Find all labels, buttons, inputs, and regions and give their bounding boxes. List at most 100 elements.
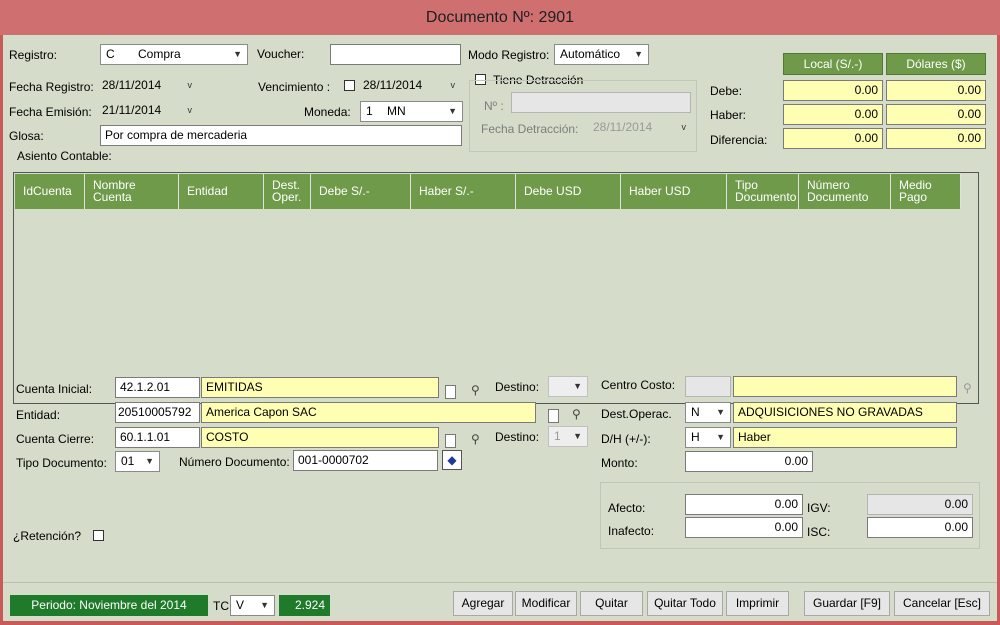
binoculars-icon[interactable]: ⚲ [572, 407, 581, 421]
chevron-down-icon: ▼ [145, 456, 154, 466]
monto-label: Monto: [601, 456, 638, 470]
destino-select[interactable]: ▼ [548, 376, 588, 397]
binoculars-icon[interactable]: ⚲ [963, 381, 972, 395]
grid-header-haber-soles[interactable]: Haber S/.- [411, 174, 516, 209]
grid-header-nombre-cuenta[interactable]: Nombre Cuenta [85, 174, 179, 209]
fecha-registro-picker[interactable]: 28/11/2014 v [100, 76, 197, 97]
vencimiento-checkbox[interactable] [344, 80, 355, 91]
fecha-registro-value: 28/11/2014 [102, 78, 162, 92]
binoculars-icon[interactable]: ⚲ [471, 383, 480, 397]
modo-registro-label: Modo Registro: [468, 48, 550, 62]
fecha-emision-label: Fecha Emisión: [9, 105, 92, 119]
retencion-checkbox[interactable] [93, 530, 104, 541]
modo-registro-select[interactable]: Automático ▼ [554, 44, 649, 65]
moneda-select[interactable]: 1 MN ▼ [360, 101, 463, 122]
vencimiento-label: Vencimiento : [258, 80, 331, 94]
vencimiento-value: 28/11/2014 [363, 78, 423, 92]
grid-header-medio-pago[interactable]: Medio Pago [891, 174, 961, 209]
destino2-select[interactable]: 1 ▼ [548, 426, 588, 447]
chevron-down-icon: ▼ [716, 432, 725, 442]
document-icon[interactable] [445, 385, 456, 399]
tc-select[interactable]: V ▼ [230, 595, 275, 616]
glosa-label: Glosa: [9, 129, 44, 143]
dh-select[interactable]: H ▼ [685, 427, 731, 448]
moneda-code: 1 [366, 104, 373, 118]
isc-label: ISC: [807, 525, 831, 539]
afecto-input[interactable]: 0.00 [685, 494, 803, 515]
fecha-detraccion-label: Fecha Detracción: [481, 122, 579, 136]
dolares-header: Dólares ($) [886, 53, 986, 75]
quitar-todo-button[interactable]: Quitar Todo [647, 591, 723, 616]
asiento-contable-label: Asiento Contable: [17, 149, 112, 163]
numero-documento-input[interactable]: 001-0000702 [293, 450, 438, 471]
haber-local: 0.00 [783, 104, 883, 125]
inafecto-input[interactable]: 0.00 [685, 517, 803, 538]
grid-header-line2: Oper. [272, 190, 302, 204]
grid-header-idcuenta[interactable]: IdCuenta [15, 174, 85, 209]
debe-dolares: 0.00 [886, 80, 986, 101]
tipo-documento-select[interactable]: 01 ▼ [115, 451, 160, 472]
guardar-button[interactable]: Guardar [F9] [804, 591, 890, 616]
dh-label: D/H (+/-): [601, 432, 651, 446]
cuenta-cierre-code[interactable]: 60.1.1.01 [115, 427, 200, 448]
grid-header-line2: Documento [735, 190, 797, 204]
voucher-input[interactable] [330, 44, 461, 65]
grid-header-entidad[interactable]: Entidad [179, 174, 264, 209]
agregar-button[interactable]: Agregar [453, 591, 513, 616]
grid-header-haber-usd[interactable]: Haber USD [621, 174, 727, 209]
cancelar-button[interactable]: Cancelar [Esc] [894, 591, 990, 616]
cuenta-inicial-label: Cuenta Inicial: [16, 382, 93, 396]
grid-header-dest-oper[interactable]: Dest. Oper. [264, 174, 311, 209]
modo-registro-value: Automático [560, 47, 621, 61]
isc-input[interactable]: 0.00 [867, 517, 973, 538]
chevron-down-icon: v [187, 80, 193, 90]
dest-operac-label: Dest.Operac. [601, 407, 672, 421]
pdf-attach-icon[interactable]: ◆ [442, 450, 462, 470]
modificar-button[interactable]: Modificar [515, 591, 577, 616]
grid-header-debe-usd[interactable]: Debe USD [516, 174, 621, 209]
nro-detraccion-input[interactable] [511, 92, 691, 113]
destino2-label: Destino: [495, 430, 540, 444]
registro-label: Registro: [9, 48, 58, 62]
grid-header-line2: Pago [899, 190, 928, 204]
fecha-emision-value: 21/11/2014 [102, 103, 162, 117]
chevron-down-icon: ▼ [233, 49, 242, 59]
chevron-down-icon: ▼ [634, 49, 643, 59]
registro-select[interactable]: C Compra ▼ [100, 44, 248, 65]
imprimir-button[interactable]: Imprimir [726, 591, 789, 616]
dest-operac-name: ADQUISICIONES NO GRAVADAS [733, 402, 957, 423]
grid-header-line2: Cuenta [93, 190, 132, 204]
diferencia-local: 0.00 [783, 128, 883, 149]
fecha-emision-picker[interactable]: 21/11/2014 v [100, 101, 197, 122]
destino2-value: 1 [554, 429, 561, 443]
destino-label: Destino: [495, 380, 540, 394]
document-icon[interactable] [445, 434, 456, 448]
debe-label: Debe: [710, 84, 743, 98]
retencion-label: ¿Retención? [13, 529, 82, 543]
dest-operac-select[interactable]: N ▼ [685, 402, 731, 423]
vencimiento-picker[interactable]: 28/11/2014 v [360, 76, 460, 97]
igv-input[interactable]: 0.00 [867, 494, 973, 515]
nro-label: Nº : [484, 99, 504, 113]
cuenta-inicial-code[interactable]: 42.1.2.01 [115, 377, 200, 398]
dh-code: H [691, 430, 700, 444]
cuenta-cierre-label: Cuenta Cierre: [16, 432, 95, 446]
document-form: Registro: C Compra ▼ Voucher: Modo Regis… [3, 35, 997, 621]
entidad-code[interactable]: 20510005792 [115, 402, 200, 423]
grid-header-tipo-documento[interactable]: Tipo Documento [727, 174, 799, 209]
grid-header-numero-documento[interactable]: Número Documento [799, 174, 891, 209]
grid-header-debe-soles[interactable]: Debe S/.- [311, 174, 411, 209]
tc-code: V [236, 598, 245, 612]
glosa-input[interactable]: Por compra de mercaderia [100, 125, 462, 146]
fecha-detraccion-picker[interactable]: 28/11/2014 v [589, 118, 691, 139]
monto-input[interactable]: 0.00 [685, 451, 813, 472]
quitar-button[interactable]: Quitar [580, 591, 643, 616]
cuenta-inicial-name: EMITIDAS [201, 377, 439, 398]
inafecto-label: Inafecto: [608, 524, 655, 538]
document-icon[interactable] [548, 409, 559, 423]
centro-costo-code[interactable] [685, 376, 731, 397]
binoculars-icon[interactable]: ⚲ [471, 432, 480, 446]
asiento-grid[interactable]: IdCuenta Nombre Cuenta Entidad Dest. Oper.… [13, 172, 979, 404]
grid-header-line2: Documento [807, 190, 869, 204]
afecto-label: Afecto: [608, 501, 646, 515]
